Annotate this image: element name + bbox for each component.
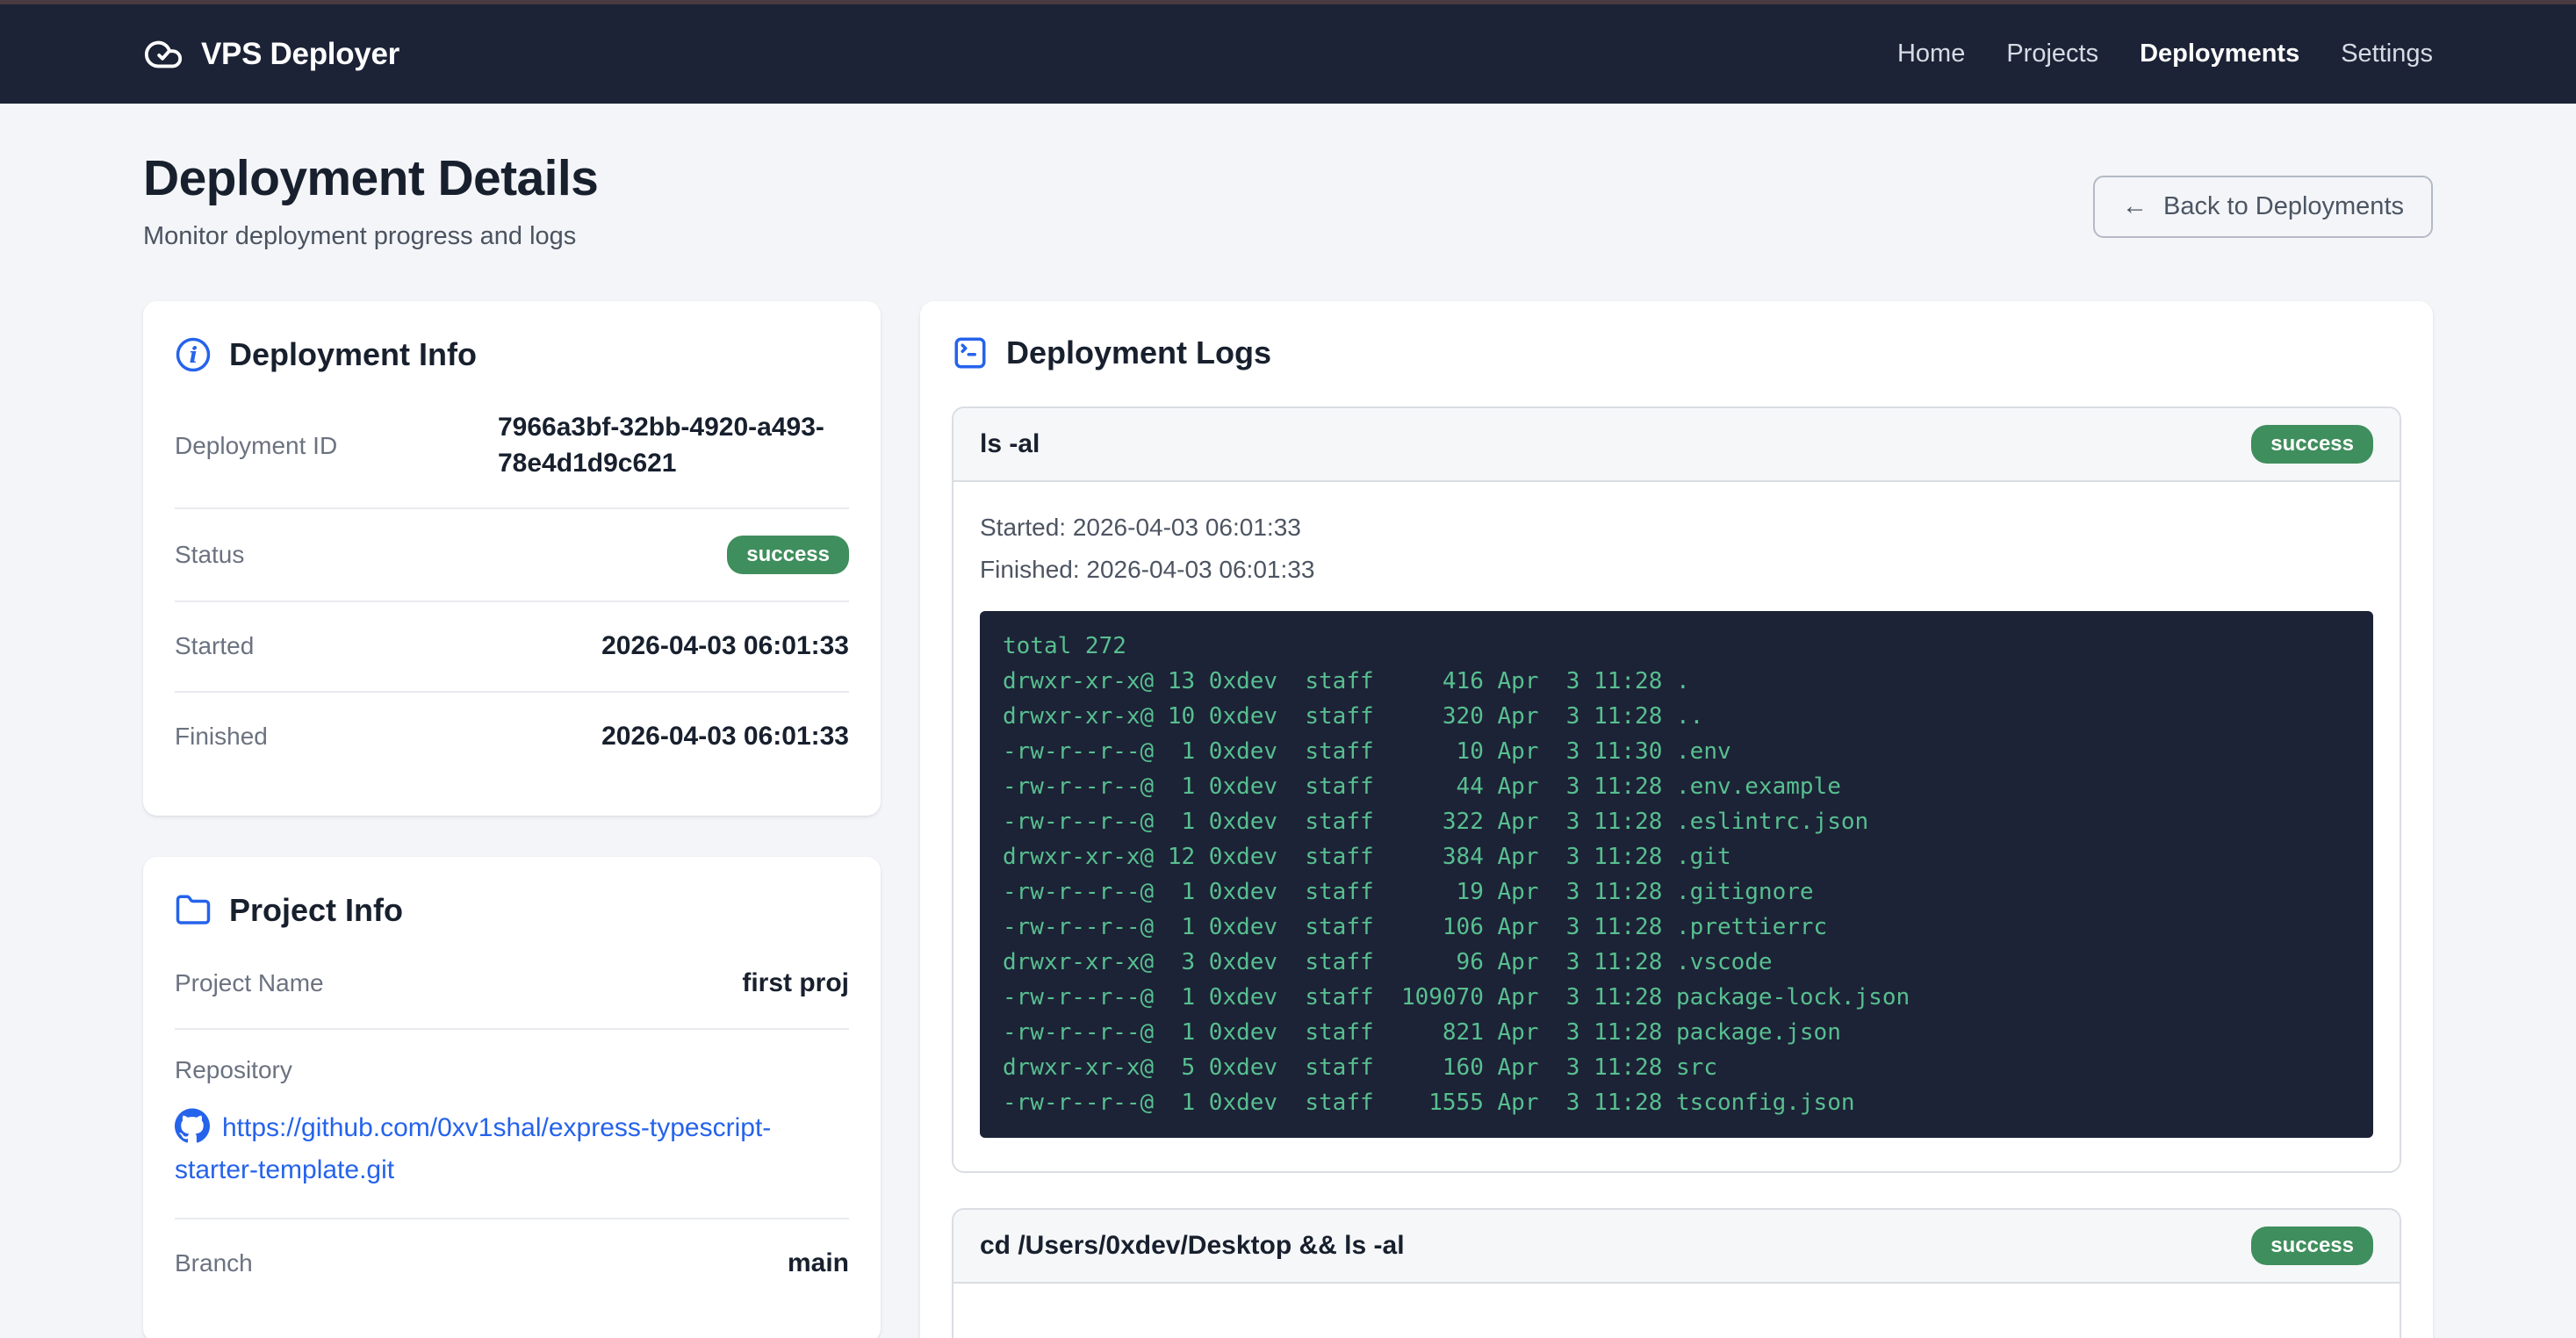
- log-entry: ls -al success Started: 2026-04-03 06:01…: [952, 406, 2401, 1173]
- brand[interactable]: VPS Deployer: [143, 34, 399, 75]
- status-badge: success: [2251, 1226, 2373, 1265]
- project-info-card: Project Info Project Name first proj Rep…: [143, 857, 881, 1338]
- deployment-logs-title: Deployment Logs: [952, 334, 2401, 371]
- log-entries: ls -al success Started: 2026-04-03 06:01…: [952, 406, 2401, 1338]
- log-entry: cd /Users/0xdev/Desktop && ls -al succes…: [952, 1208, 2401, 1338]
- info-icon: i: [175, 336, 212, 373]
- nav-link[interactable]: Projects: [2006, 40, 2098, 68]
- log-entry-body: Started: 2026-04-03 06:01:33 Finished: 2…: [953, 482, 2400, 1171]
- navbar: VPS Deployer Home Projects Deployments Sett…: [0, 4, 2576, 104]
- page-title: Deployment Details: [143, 149, 598, 207]
- back-button-label: Back to Deployments: [2163, 192, 2404, 221]
- project-name-row: Project Name first proj: [175, 939, 849, 1030]
- github-icon: [175, 1108, 210, 1143]
- svg-text:i: i: [190, 342, 198, 368]
- info-row-label: Finished: [175, 723, 268, 751]
- deployment-info-rows: Deployment ID 7966a3bf-32bb-4920-a493-78…: [175, 384, 849, 780]
- repository-label: Repository: [175, 1056, 849, 1084]
- log-entry-header[interactable]: cd /Users/0xdev/Desktop && ls -al succes…: [953, 1210, 2400, 1284]
- project-name-value: first proj: [742, 966, 849, 1002]
- terminal-icon: [952, 334, 989, 371]
- repository-link[interactable]: https://github.com/0xv1shal/express-type…: [175, 1113, 771, 1184]
- nav-link[interactable]: Settings: [2341, 40, 2433, 68]
- log-command: ls -al: [980, 429, 1040, 459]
- info-row-value: 2026-04-03 06:01:33: [601, 719, 849, 755]
- info-row-label: Deployment ID: [175, 432, 337, 460]
- log-finished: Finished: 2026-04-03 06:01:33: [980, 549, 2373, 591]
- log-entry-header[interactable]: ls -al success: [953, 408, 2400, 482]
- status-badge: success: [727, 536, 849, 574]
- page: Deployment Details Monitor deployment pr…: [0, 149, 2576, 1338]
- info-row: Deployment ID 7966a3bf-32bb-4920-a493-78…: [175, 384, 849, 509]
- cloud-check-icon: [143, 34, 183, 75]
- info-row-value: 7966a3bf-32bb-4920-a493-78e4d1d9c621: [498, 410, 849, 481]
- branch-label: Branch: [175, 1249, 253, 1277]
- terminal-output: total 272 drwxr-xr-x@ 13 0xdev staff 416…: [980, 611, 2373, 1138]
- folder-icon: [175, 892, 212, 929]
- info-row: Status success: [175, 509, 849, 602]
- page-header: Deployment Details Monitor deployment pr…: [143, 149, 2433, 251]
- project-info-title-text: Project Info: [229, 892, 403, 929]
- log-started: Started: 2026-04-03 06:01:33: [980, 507, 2373, 549]
- branch-value: main: [788, 1246, 849, 1282]
- repository-url-text: https://github.com/0xv1shal/express-type…: [175, 1113, 771, 1184]
- info-row-label: Status: [175, 541, 244, 569]
- page-subtitle: Monitor deployment progress and logs: [143, 222, 598, 251]
- nav-link[interactable]: Home: [1897, 40, 1965, 68]
- info-row-value: 2026-04-03 06:01:33: [601, 629, 849, 665]
- left-arrow-icon: ←: [2122, 192, 2148, 221]
- deployment-info-title: i Deployment Info: [175, 336, 849, 373]
- info-row-label: Started: [175, 632, 254, 660]
- repository-row: Repository https://github.com/0xv1shal/e…: [175, 1030, 849, 1219]
- project-info-title: Project Info: [175, 892, 849, 929]
- right-column: Deployment Logs ls -al success Started: …: [920, 301, 2433, 1338]
- deployment-info-card: i Deployment Info Deployment ID 7966a3bf…: [143, 301, 881, 816]
- log-command: cd /Users/0xdev/Desktop && ls -al: [980, 1231, 1405, 1261]
- left-column: i Deployment Info Deployment ID 7966a3bf…: [143, 301, 881, 1338]
- brand-name: VPS Deployer: [201, 37, 399, 72]
- page-header-text: Deployment Details Monitor deployment pr…: [143, 149, 598, 251]
- status-badge: success: [2251, 425, 2373, 464]
- log-entry-body: [953, 1284, 2400, 1338]
- back-to-deployments-button[interactable]: ← Back to Deployments: [2093, 176, 2433, 238]
- project-name-label: Project Name: [175, 969, 324, 997]
- nav-link[interactable]: Deployments: [2140, 40, 2299, 68]
- content-grid: i Deployment Info Deployment ID 7966a3bf…: [143, 301, 2433, 1338]
- info-row: Finished 2026-04-03 06:01:33: [175, 693, 849, 781]
- nav-links: Home Projects Deployments Settings: [1897, 40, 2433, 68]
- deployment-info-title-text: Deployment Info: [229, 336, 477, 373]
- deployment-logs-card: Deployment Logs ls -al success Started: …: [920, 301, 2433, 1338]
- branch-row: Branch main: [175, 1219, 849, 1308]
- info-row: Started 2026-04-03 06:01:33: [175, 602, 849, 693]
- deployment-logs-title-text: Deployment Logs: [1006, 334, 1271, 371]
